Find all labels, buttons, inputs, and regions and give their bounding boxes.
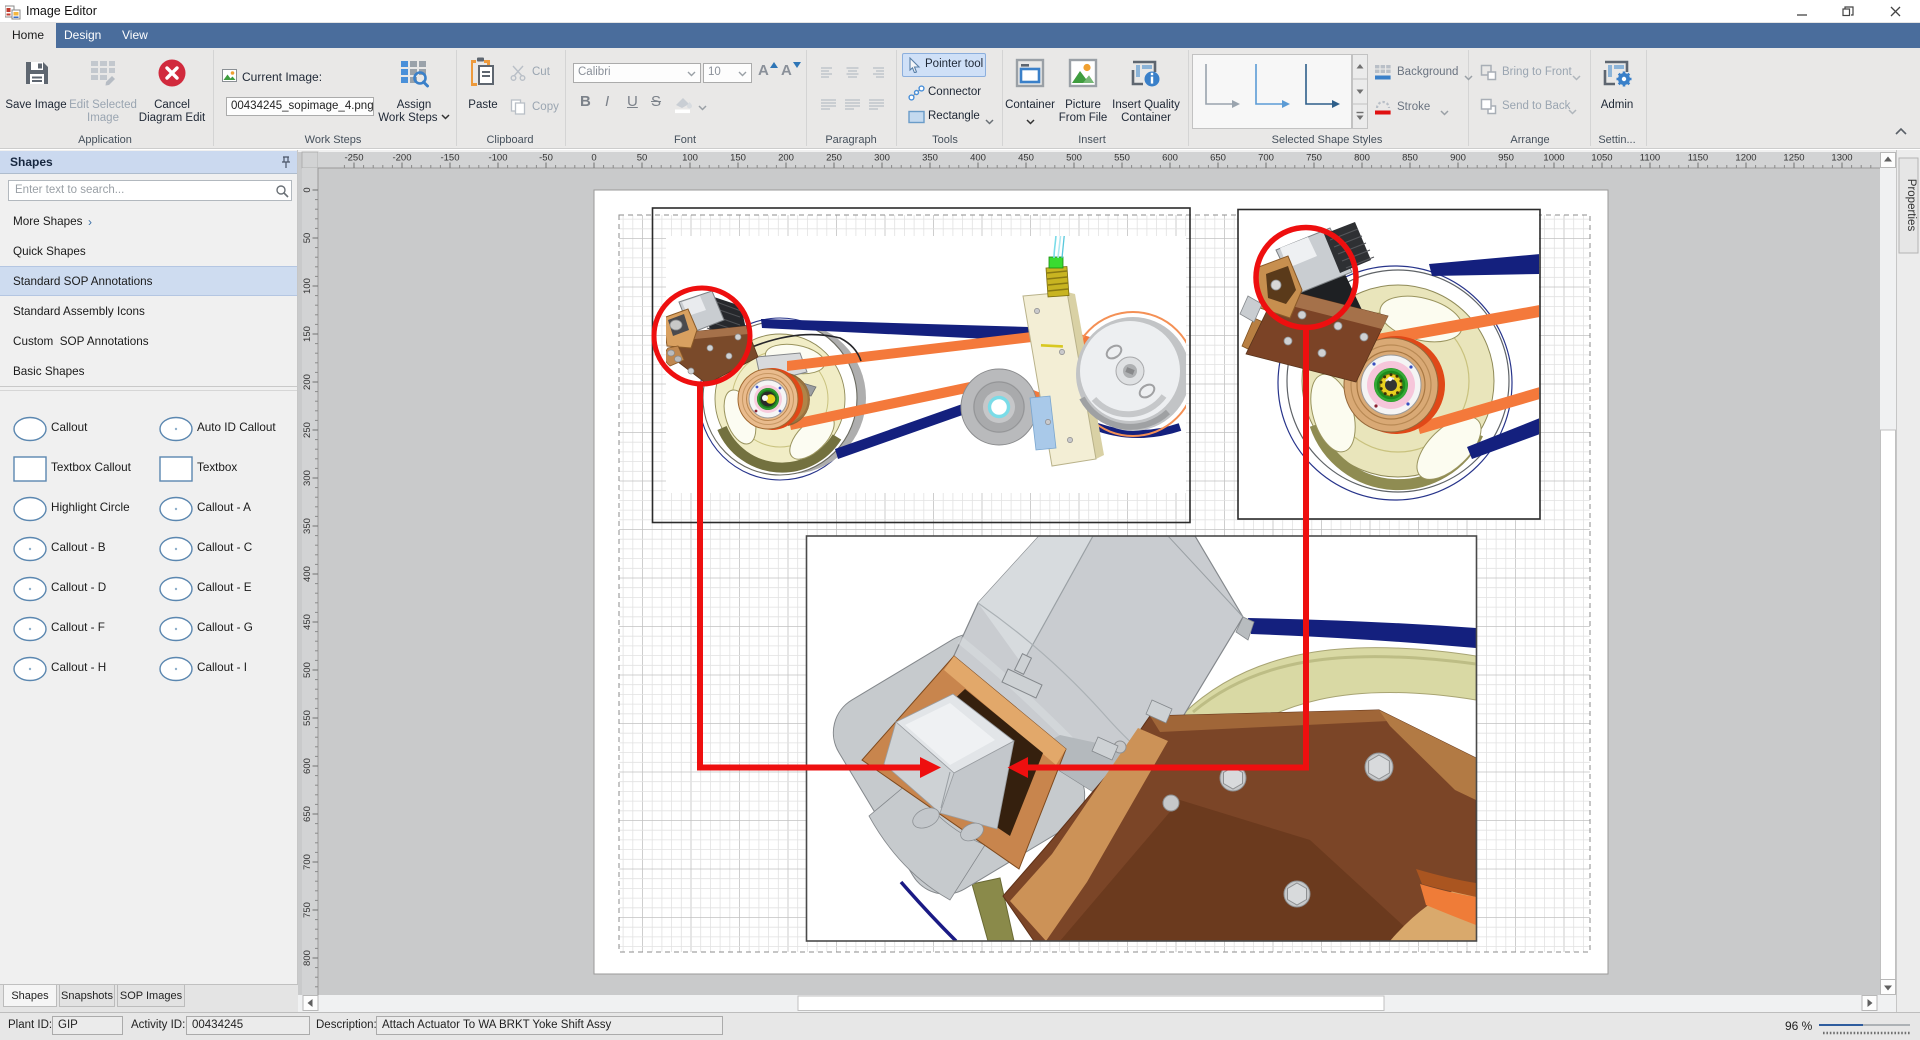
svg-text:700: 700: [302, 854, 313, 870]
svg-text:800: 800: [1354, 153, 1370, 164]
svg-text:550: 550: [1114, 153, 1130, 164]
svg-text:1000: 1000: [1543, 153, 1564, 164]
svg-text:650: 650: [1210, 153, 1226, 164]
svg-text:Properties: Properties: [1905, 179, 1917, 232]
svg-text:350: 350: [302, 518, 313, 534]
svg-text:1100: 1100: [1640, 153, 1660, 164]
svg-text:450: 450: [1018, 153, 1034, 164]
svg-text:400: 400: [970, 153, 986, 164]
svg-text:750: 750: [1306, 153, 1322, 164]
svg-text:600: 600: [1162, 153, 1178, 164]
svg-text:300: 300: [874, 153, 890, 164]
svg-text:150: 150: [730, 153, 746, 164]
svg-text:0: 0: [591, 153, 596, 164]
svg-text:50: 50: [302, 233, 313, 244]
svg-text:-50: -50: [539, 153, 553, 164]
svg-text:700: 700: [1258, 153, 1274, 164]
svg-text:750: 750: [302, 902, 313, 918]
svg-text:450: 450: [302, 614, 313, 630]
svg-text:100: 100: [682, 153, 698, 164]
svg-text:1300: 1300: [1831, 153, 1852, 164]
svg-text:500: 500: [1066, 153, 1082, 164]
svg-text:500: 500: [302, 662, 313, 678]
svg-text:1150: 1150: [1688, 153, 1708, 164]
svg-text:300: 300: [302, 470, 313, 486]
svg-text:850: 850: [1402, 153, 1418, 164]
svg-text:1050: 1050: [1591, 153, 1612, 164]
svg-text:400: 400: [302, 566, 313, 582]
svg-text:-150: -150: [440, 153, 459, 164]
svg-text:0: 0: [302, 187, 313, 192]
svg-text:-250: -250: [344, 153, 363, 164]
svg-text:950: 950: [1498, 153, 1514, 164]
svg-text:550: 550: [302, 710, 313, 726]
svg-text:-200: -200: [392, 153, 411, 164]
svg-text:-100: -100: [488, 153, 507, 164]
svg-text:150: 150: [302, 326, 313, 342]
svg-text:800: 800: [302, 950, 313, 966]
svg-text:250: 250: [302, 422, 313, 438]
svg-text:100: 100: [302, 278, 313, 294]
svg-text:1200: 1200: [1735, 153, 1756, 164]
svg-text:250: 250: [826, 153, 842, 164]
svg-text:200: 200: [778, 153, 794, 164]
svg-text:1250: 1250: [1783, 153, 1804, 164]
svg-text:350: 350: [922, 153, 938, 164]
svg-text:200: 200: [302, 374, 313, 390]
svg-text:650: 650: [302, 806, 313, 822]
svg-text:50: 50: [637, 153, 648, 164]
svg-text:600: 600: [302, 758, 313, 774]
svg-text:900: 900: [1450, 153, 1466, 164]
